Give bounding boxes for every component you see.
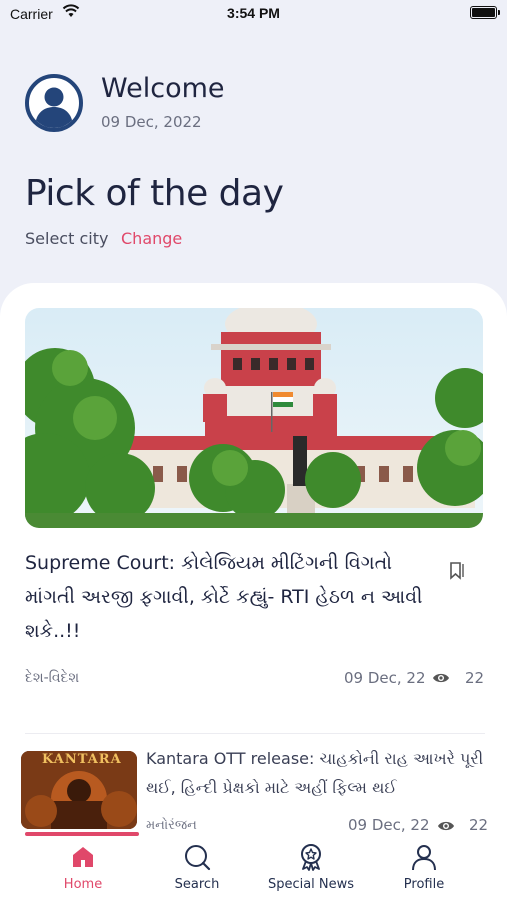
change-city-link[interactable]: Change [121,229,182,248]
page-title: Pick of the day [25,173,284,214]
bottom-tab-bar: Home Search Special News Profile [0,840,507,900]
news-item-category: મનોરંજન [146,818,197,833]
news-item-views: 22 [469,816,489,834]
home-icon [73,847,93,867]
featured-news-image[interactable] [25,308,483,528]
tab-search-label: Search [174,877,220,892]
clock-time: 3:54 PM [227,5,280,21]
tab-profile-label: Profile [403,877,445,892]
featured-news-headline[interactable]: Supreme Court: કોલેજિયમ મીટિંગની વિગતો મ… [25,546,430,648]
award-icon [301,844,321,871]
eye-icon [433,673,449,683]
status-bar: Carrier 3:54 PM [0,0,507,28]
tab-profile[interactable]: Profile [369,840,479,896]
select-city-label: Select city [25,229,109,248]
divider [25,733,485,734]
search-icon [185,845,211,871]
featured-news-views: 22 [465,669,485,687]
thumbnail-title: KANTARA [42,752,122,767]
news-item-date: 09 Dec, 22 [348,816,430,834]
current-date: 09 Dec, 2022 [101,113,202,131]
bookmark-icon[interactable] [447,561,467,581]
news-item-headline[interactable]: Kantara OTT release: ચાહકોની રાહ આખરે પૂ… [146,744,491,802]
tab-search[interactable]: Search [142,840,252,896]
tab-special-news-label: Special News [267,877,355,892]
user-avatar-icon [35,87,73,128]
avatar[interactable] [25,74,83,132]
tab-home-label: Home [63,877,103,892]
welcome-heading: Welcome [101,73,225,104]
tab-special-news[interactable]: Special News [256,840,366,896]
user-icon [412,845,436,871]
featured-news-date: 09 Dec, 22 [344,669,426,687]
thumbnail-underline [25,832,139,836]
tab-home[interactable]: Home [28,840,138,896]
battery-icon [470,6,500,19]
featured-news-category: દેશ-વિદેશ [25,670,80,686]
eye-icon [438,821,454,831]
